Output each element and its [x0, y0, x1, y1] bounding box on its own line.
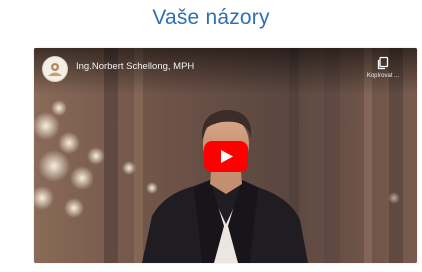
page-title: Vaše názory	[152, 6, 270, 29]
copy-link-button[interactable]: Kopírovat ...	[357, 56, 409, 90]
play-button[interactable]	[204, 141, 248, 172]
video-player[interactable]: Ing.Norbert Schellong, MPH Kopírovat ...	[34, 48, 417, 263]
page: Vaše názory Ing.Norbert Schellong, MPH K…	[0, 0, 422, 272]
copy-link-label: Kopírovat ...	[366, 73, 400, 79]
channel-logo-icon	[44, 58, 66, 80]
video-title[interactable]: Ing.Norbert Schellong, MPH	[76, 61, 194, 72]
channel-avatar[interactable]	[42, 56, 68, 82]
copy-link-icon	[377, 56, 389, 70]
play-icon	[204, 141, 248, 172]
